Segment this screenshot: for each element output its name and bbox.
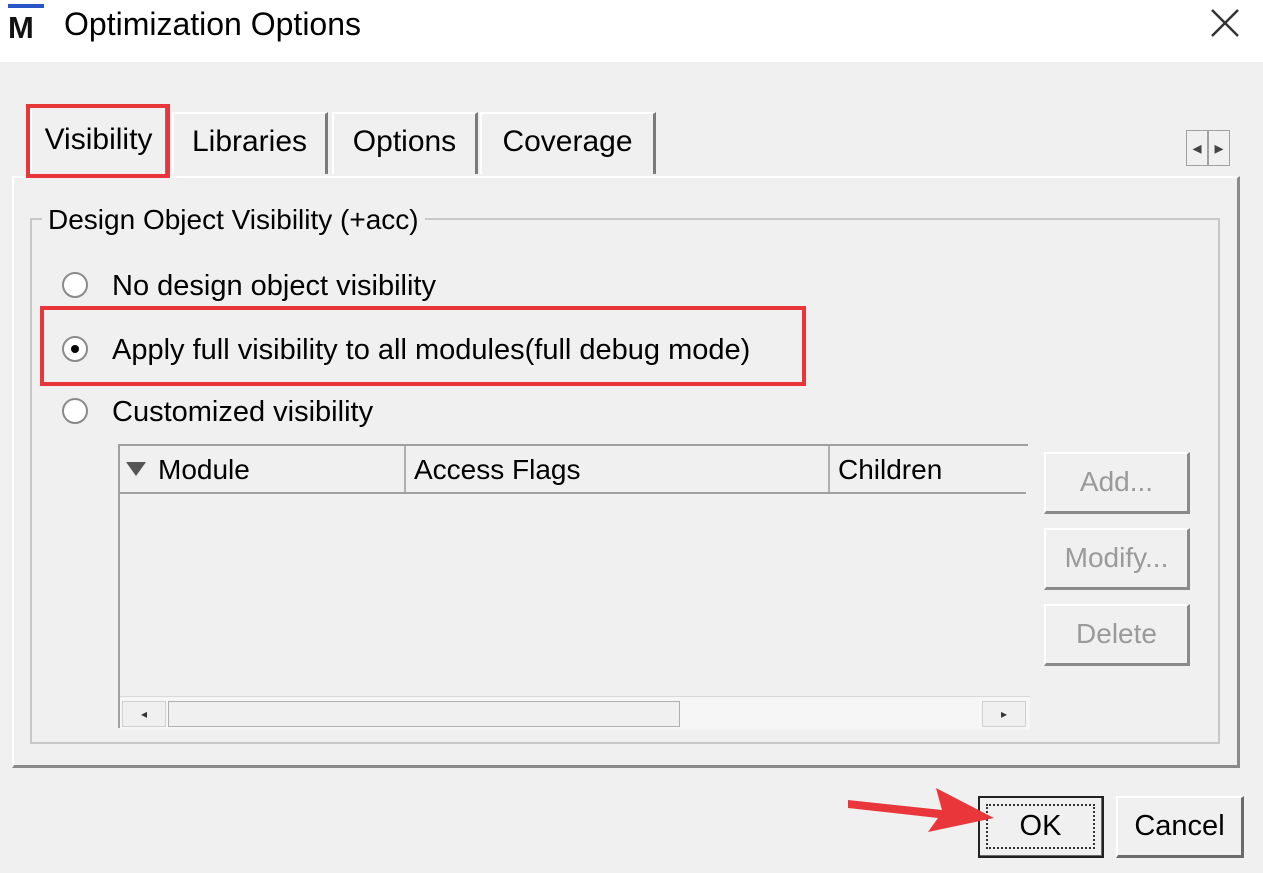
tab-libraries[interactable]: Libraries <box>172 112 328 174</box>
column-header-children[interactable]: Children <box>830 446 1026 492</box>
ok-button[interactable]: OK <box>978 796 1104 858</box>
column-header-access-flags[interactable]: Access Flags <box>406 446 830 492</box>
column-label: Module <box>158 454 250 485</box>
radio-button[interactable] <box>62 398 88 424</box>
column-header-module[interactable]: Module <box>120 446 406 492</box>
groupbox-title: Design Object Visibility (+acc) <box>42 200 425 240</box>
scrollbar-thumb[interactable] <box>168 701 680 727</box>
modify-button[interactable]: Modify... <box>1044 528 1190 590</box>
scroll-right-button[interactable]: ▸ <box>982 701 1026 727</box>
radio-label: Customized visibility <box>112 396 374 428</box>
sort-icon <box>126 462 146 476</box>
tab-scroll-control: ◂ ▸ <box>1186 130 1234 168</box>
add-button[interactable]: Add... <box>1044 452 1190 514</box>
window-title: Optimization Options <box>64 6 362 42</box>
option-highlight-annotation <box>40 306 806 386</box>
column-label: Children <box>838 454 943 485</box>
ok-label: OK <box>1019 810 1062 842</box>
scroll-left-button[interactable]: ◂ <box>122 701 166 727</box>
close-icon <box>1211 9 1239 37</box>
title-bar: M Optimization Options <box>0 0 1263 62</box>
list-body[interactable] <box>120 494 1026 694</box>
list-header: Module Access Flags Children <box>120 446 1026 494</box>
horizontal-scrollbar[interactable]: ◂ ▸ <box>120 696 1030 730</box>
tab-scroll-left-button[interactable]: ◂ <box>1186 130 1208 166</box>
tab-options[interactable]: Options <box>332 112 478 174</box>
radio-button[interactable] <box>62 272 88 298</box>
close-button[interactable] <box>1196 0 1256 48</box>
column-label: Access Flags <box>414 454 581 485</box>
app-logo-icon: M <box>6 4 48 45</box>
tab-highlight-annotation <box>26 104 170 178</box>
tab-scroll-right-button[interactable]: ▸ <box>1208 130 1230 166</box>
radio-label: No design object visibility <box>112 270 436 302</box>
delete-button[interactable]: Delete <box>1044 604 1190 666</box>
arrow-annotation <box>848 788 994 832</box>
tab-coverage[interactable]: Coverage <box>480 112 656 174</box>
cancel-button[interactable]: Cancel <box>1116 796 1244 858</box>
